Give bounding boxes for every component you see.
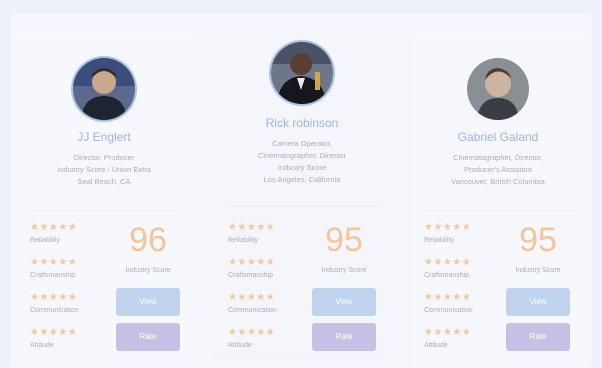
rating-row: ★★★★★ Communication — [30, 292, 79, 327]
rating-row: ★★★★★ Craftsmanship — [424, 257, 473, 292]
industry-score: 95 — [325, 221, 363, 259]
divider — [28, 210, 180, 211]
view-button[interactable]: View — [312, 288, 376, 316]
rating-row: ★★★★★ Reliability — [228, 222, 277, 257]
star-rating-icon: ★★★★★ — [424, 257, 472, 268]
view-button[interactable]: View — [116, 288, 180, 316]
avatar[interactable] — [467, 58, 529, 120]
star-rating-icon: ★★★★★ — [424, 292, 472, 303]
ratings-list: ★★★★★ Reliability ★★★★★ Craftsmanship ★★… — [424, 222, 473, 362]
rating-row: ★★★★★ Attitude — [30, 327, 79, 362]
profile-description: Camera Operator, Cinematographer, Direct… — [222, 138, 382, 186]
description-line: Industry Score / Union Extra — [57, 165, 151, 174]
profile-name[interactable]: Gabriel Galand — [410, 130, 586, 144]
profile-name[interactable]: Rick robinson — [214, 116, 390, 130]
profile-card: Rick robinson Camera Operator, Cinematog… — [214, 28, 390, 358]
rating-label: Communication — [228, 307, 277, 314]
profile-description: Cinematographer, Director, Producer's As… — [418, 152, 578, 188]
industry-score: 96 — [129, 221, 167, 259]
score-label: Industry Score — [125, 267, 171, 274]
star-rating-icon: ★★★★★ — [30, 292, 78, 303]
rating-label: Attitude — [30, 342, 54, 349]
star-rating-icon: ★★★★★ — [30, 257, 78, 268]
score-label: Industry Score — [515, 267, 561, 274]
rating-label: Craftsmanship — [30, 272, 76, 279]
rating-label: Communication — [424, 307, 473, 314]
profile-card: Gabriel Galand Cinematographer, Director… — [410, 38, 586, 368]
star-rating-icon: ★★★★★ — [30, 222, 78, 233]
score-label: Industry Score — [321, 267, 367, 274]
description-line: Industry Score — [277, 163, 327, 172]
star-rating-icon: ★★★★★ — [228, 292, 276, 303]
view-button[interactable]: View — [506, 288, 570, 316]
rating-row: ★★★★★ Attitude — [424, 327, 473, 362]
profile-photo — [271, 42, 333, 104]
star-rating-icon: ★★★★★ — [228, 222, 276, 233]
rate-button[interactable]: Rate — [312, 323, 376, 351]
star-rating-icon: ★★★★★ — [228, 327, 276, 338]
rating-row: ★★★★★ Communication — [424, 292, 473, 327]
industry-score: 95 — [519, 221, 557, 259]
rate-button[interactable]: Rate — [506, 323, 570, 351]
rating-label: Attitude — [228, 342, 252, 349]
star-rating-icon: ★★★★★ — [228, 257, 276, 268]
description-line: Seal Beach, CA — [77, 177, 131, 186]
rating-row: ★★★★★ Craftsmanship — [30, 257, 79, 292]
rating-label: Reliability — [30, 237, 60, 244]
rating-row: ★★★★★ Craftsmanship — [228, 257, 277, 292]
rating-label: Attitude — [424, 342, 448, 349]
avatar[interactable] — [271, 42, 333, 104]
description-line: Producer's Assistant — [464, 165, 532, 174]
description-line: Director, Producer — [73, 153, 135, 162]
rating-row: ★★★★★ Attitude — [228, 327, 277, 362]
profile-photo — [73, 58, 135, 120]
description-line: Los Angeles, California — [263, 175, 341, 184]
ratings-list: ★★★★★ Reliability ★★★★★ Craftsmanship ★★… — [228, 222, 277, 362]
rating-label: Reliability — [228, 237, 258, 244]
avatar[interactable] — [73, 58, 135, 120]
description-line: Cinematographer, Director — [258, 151, 346, 160]
rating-row: ★★★★★ Reliability — [30, 222, 79, 257]
divider — [422, 210, 574, 211]
description-line: Cinematographer, Director, — [453, 153, 543, 162]
description-line: Camera Operator, — [271, 139, 333, 148]
ratings-list: ★★★★★ Reliability ★★★★★ Craftsmanship ★★… — [30, 222, 79, 362]
rating-row: ★★★★★ Reliability — [424, 222, 473, 257]
rating-label: Craftsmanship — [424, 272, 470, 279]
description-line: Vancouver, British Columbia — [451, 177, 545, 186]
rating-row: ★★★★★ Communication — [228, 292, 277, 327]
star-rating-icon: ★★★★★ — [424, 327, 472, 338]
profile-name[interactable]: JJ Englert — [16, 130, 192, 144]
profile-photo — [467, 58, 529, 120]
rating-label: Reliability — [424, 237, 454, 244]
divider — [226, 206, 378, 207]
star-rating-icon: ★★★★★ — [424, 222, 472, 233]
rating-label: Craftsmanship — [228, 272, 274, 279]
rating-label: Communication — [30, 307, 79, 314]
star-rating-icon: ★★★★★ — [30, 327, 78, 338]
rate-button[interactable]: Rate — [116, 323, 180, 351]
profile-description: Director, Producer Industry Score / Unio… — [24, 152, 184, 188]
profile-card: JJ Englert Director, Producer Industry S… — [16, 38, 192, 368]
